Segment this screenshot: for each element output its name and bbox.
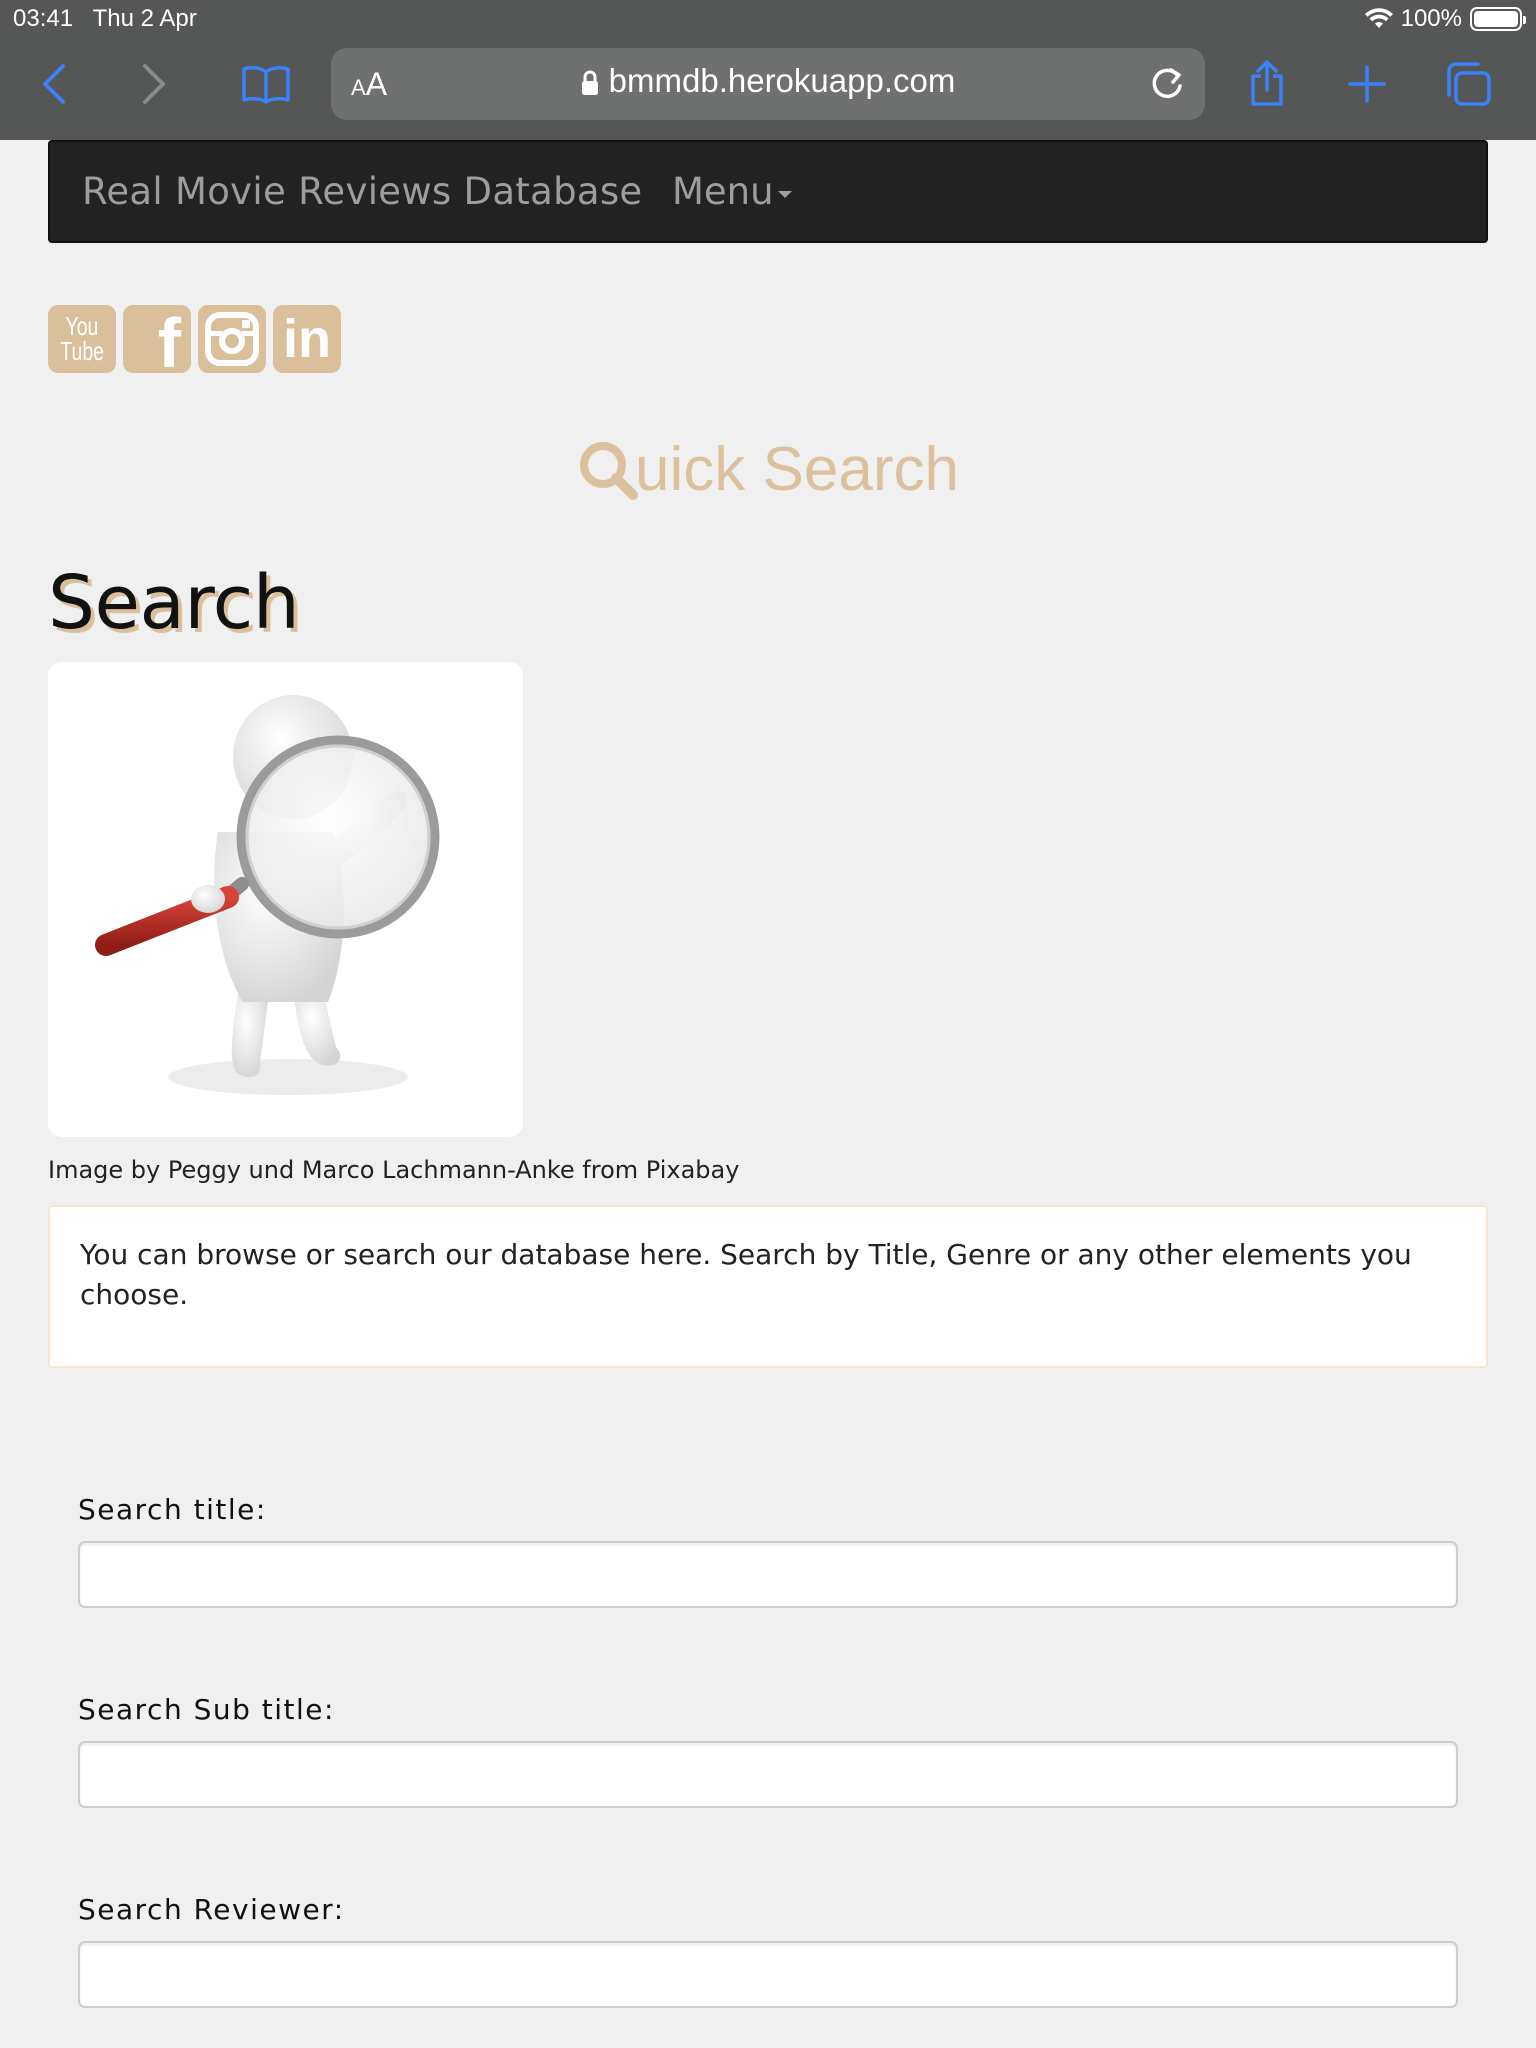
youtube-tube-text: Tube [60, 336, 104, 366]
intro-panel: You can browse or search our database he… [48, 1205, 1488, 1368]
facebook-icon[interactable]: f [123, 305, 191, 373]
bookmarks-icon[interactable] [238, 56, 294, 112]
search-reviewer-label: Search Reviewer: [78, 1893, 345, 1926]
linkedin-letters: in [283, 309, 331, 369]
search-title-input[interactable] [78, 1541, 1458, 1608]
search-illustration-image [48, 662, 523, 1137]
site-brand-link[interactable]: Real Movie Reviews Database [82, 170, 642, 213]
magnifier-q-icon [580, 441, 639, 500]
page-title: Search [48, 560, 300, 646]
search-title-label: Search title: [78, 1493, 267, 1526]
caret-down-icon [777, 191, 792, 198]
battery-percent: 100% [1400, 5, 1462, 32]
menu-dropdown-toggle[interactable]: Menu [672, 170, 792, 213]
browser-chrome: 03:41 Thu 2 Apr 100% AA bmmdb.herokuapp.… [0, 0, 1536, 140]
url-display[interactable]: bmmdb.herokuapp.com [331, 62, 1205, 100]
wifi-icon [1364, 8, 1393, 28]
quick-search-link[interactable]: uick Search [0, 434, 1536, 505]
site-navbar: Real Movie Reviews Database Menu [48, 140, 1488, 243]
intro-text: You can browse or search our database he… [80, 1238, 1412, 1311]
back-icon[interactable] [34, 56, 74, 112]
tabs-overview-icon[interactable] [1440, 56, 1496, 112]
figure-with-magnifier-icon [95, 695, 440, 1095]
status-bar-right: 100% [1364, 5, 1526, 33]
reload-icon[interactable] [1145, 62, 1189, 106]
search-subtitle-input[interactable] [78, 1741, 1458, 1808]
youtube-icon[interactable]: You Tube [48, 305, 116, 373]
new-tab-plus-icon[interactable] [1340, 56, 1394, 112]
instagram-icon[interactable] [198, 305, 266, 373]
status-bar-time: 03:41 Thu 2 Apr [13, 5, 197, 33]
lock-icon [581, 70, 598, 96]
quick-search-label: uick Search [635, 435, 959, 504]
search-subtitle-label: Search Sub title: [78, 1693, 335, 1726]
battery-icon [1470, 7, 1526, 31]
facebook-letter: f [157, 305, 181, 373]
share-icon[interactable] [1240, 56, 1294, 112]
social-links: You Tube f in [48, 305, 341, 373]
address-bar[interactable]: AA bmmdb.herokuapp.com [331, 48, 1205, 120]
status-date: Thu 2 Apr [92, 5, 197, 32]
image-credit: Image by Peggy und Marco Lachmann-Anke f… [48, 1156, 740, 1184]
linkedin-icon[interactable]: in [273, 305, 341, 373]
search-reviewer-input[interactable] [78, 1941, 1458, 2008]
status-time: 03:41 [13, 5, 74, 32]
menu-label: Menu [672, 170, 774, 213]
forward-icon[interactable] [134, 56, 174, 112]
url-text: bmmdb.herokuapp.com [608, 62, 956, 99]
